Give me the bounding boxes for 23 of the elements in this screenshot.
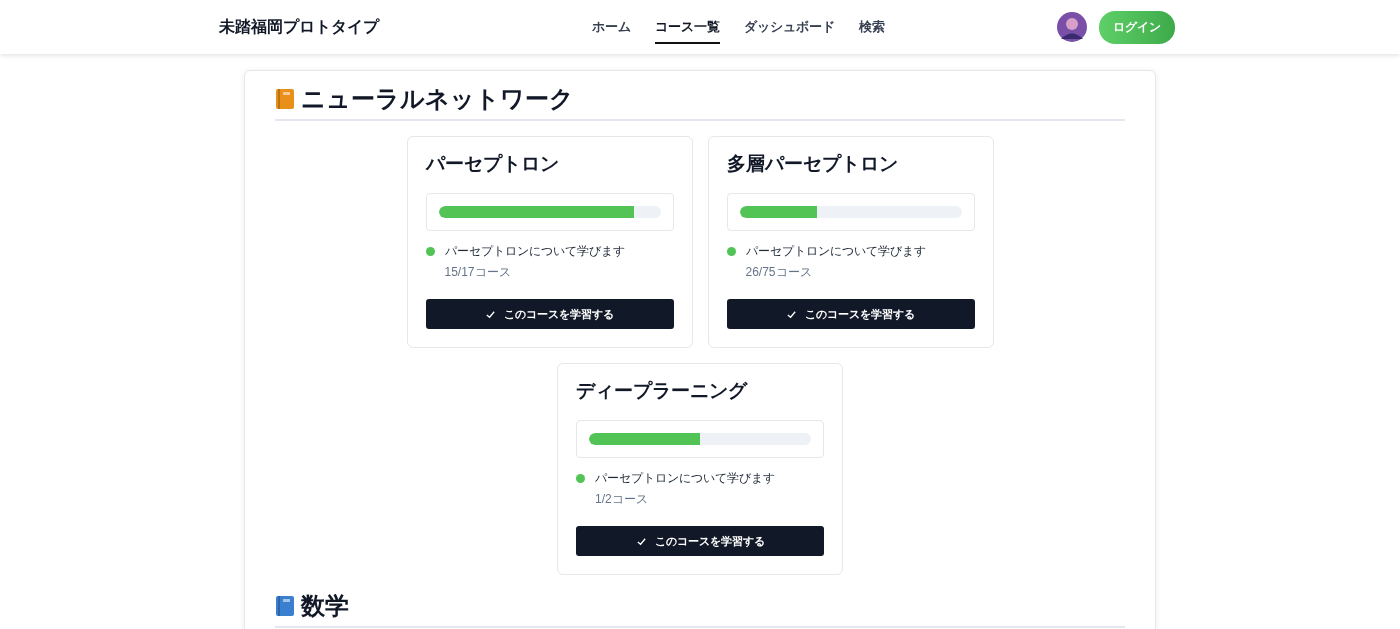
course-count: 15/17コース xyxy=(444,264,512,281)
section-title: ニューラルネットワーク xyxy=(301,84,574,114)
course-title: 多層パーセプトロン xyxy=(726,152,899,176)
study-button[interactable]: このコースを学習する xyxy=(726,299,975,329)
status-dot xyxy=(726,247,736,256)
course-title: パーセプトロン xyxy=(425,152,560,176)
course-title: ディープラーニング xyxy=(576,379,749,403)
nav-link[interactable]: ホーム xyxy=(591,10,631,44)
status-dot xyxy=(576,474,585,483)
course-description: パーセプトロンについて学びます xyxy=(745,243,926,260)
course-count: 1/2コース xyxy=(595,491,649,508)
course-count: 26/75コース xyxy=(745,264,813,281)
study-button[interactable]: このコースを学習する xyxy=(576,526,824,556)
course-description: パーセプトロンについて学びます xyxy=(444,243,625,260)
section-title: 数学 xyxy=(301,591,349,621)
nav-link[interactable]: ダッシュボード xyxy=(743,10,835,44)
nav-link[interactable]: 検索 xyxy=(858,10,885,44)
avatar-icon[interactable] xyxy=(1057,12,1087,42)
course-description: パーセプトロンについて学びます xyxy=(595,470,775,487)
study-button[interactable]: このコースを学習する xyxy=(425,299,674,329)
site-title: 未踏福岡プロトタイプ xyxy=(219,16,379,37)
status-dot xyxy=(425,247,435,256)
nav-link[interactable]: コース一覧 xyxy=(654,10,720,44)
